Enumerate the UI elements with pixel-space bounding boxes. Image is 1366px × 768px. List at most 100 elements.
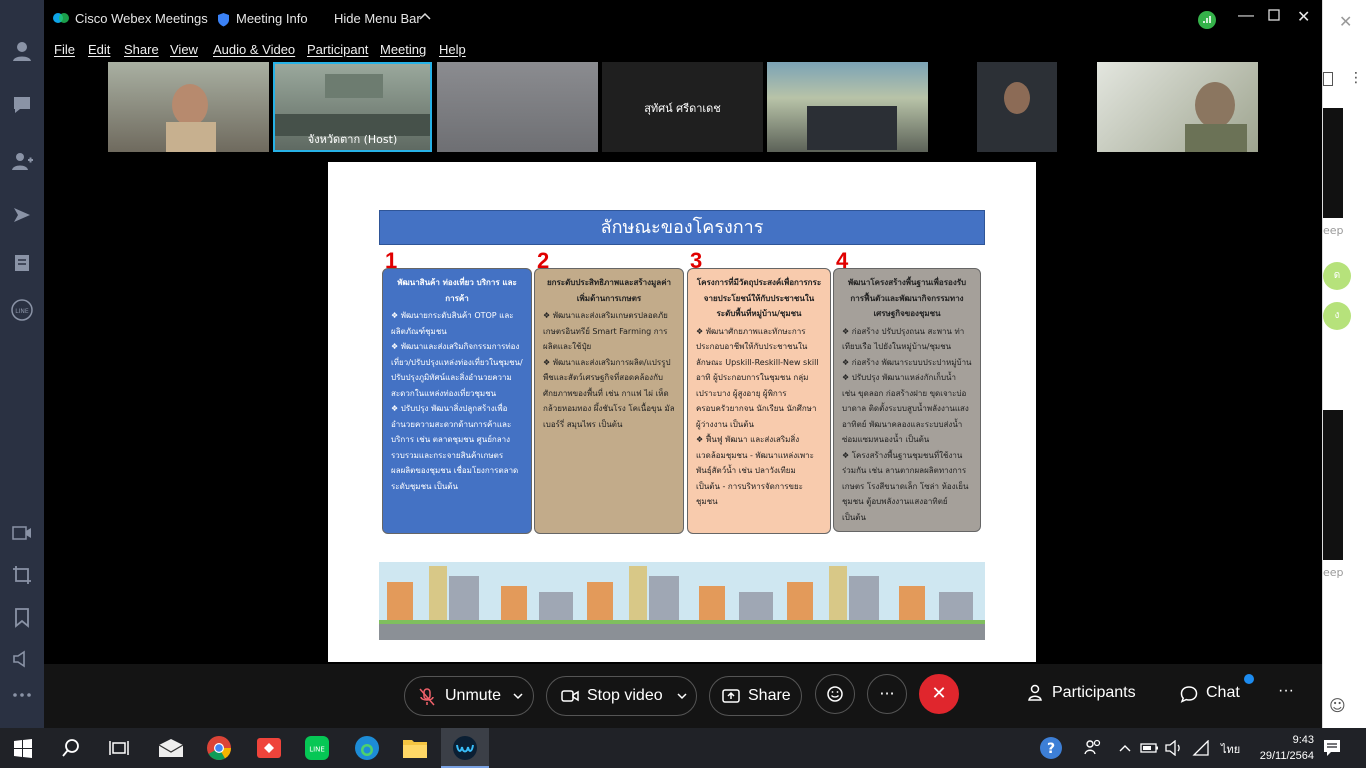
app-title: Cisco Webex Meetings	[75, 11, 208, 26]
slide-title: ลักษณะของโครงการ	[379, 210, 985, 245]
participant-name: สุทัศน์ ศรีดาเดช	[644, 102, 721, 115]
close-button[interactable]: ✕	[1297, 7, 1310, 27]
system-clock[interactable]: 9:43 29/11/2564	[1260, 732, 1314, 764]
taskbar: LINE ? ไทย 9:43 29/11/2564	[0, 728, 1366, 768]
timeline-icon[interactable]	[10, 204, 34, 228]
participant-tile[interactable]: สุทัศน์ ศรีดาเดช	[602, 62, 763, 152]
anydesk-icon[interactable]	[256, 734, 284, 762]
participant-video[interactable]	[932, 62, 1093, 152]
minimize-button[interactable]: —	[1238, 7, 1254, 25]
clock-time: 9:43	[1292, 734, 1314, 746]
stop-video-button[interactable]: Stop video	[546, 676, 697, 716]
city-skyline-image	[379, 562, 985, 640]
menu-share[interactable]: Share	[124, 42, 159, 57]
participant-video[interactable]	[767, 62, 928, 152]
card-number: 4	[836, 248, 849, 273]
participant-video-host[interactable]: จังหวัดตาก (Host)	[273, 62, 432, 152]
more-icon[interactable]	[10, 684, 34, 708]
menu-help[interactable]: Help	[439, 42, 466, 57]
search-icon[interactable]	[60, 734, 88, 762]
line-logo-icon[interactable]: LINE	[10, 298, 34, 322]
card-heading: ยกระดับประสิทธิภาพและสร้างมูลค่าเพิ่มด้า…	[546, 278, 672, 303]
kebab-menu-icon[interactable]: ⋮	[1349, 70, 1363, 86]
wifi-icon[interactable]	[1192, 734, 1220, 762]
chevron-down-icon[interactable]	[677, 692, 687, 700]
shield-icon	[218, 13, 229, 27]
card-heading: โครงการที่มีวัตถุประสงค์เพื่อการกระจายปร…	[696, 278, 822, 318]
chevron-up-icon[interactable]	[418, 9, 432, 26]
volume-icon[interactable]	[1164, 734, 1192, 762]
card-item: พัฒนายกระดับสินค้า OTOP และผลิตภัณฑ์ชุมช…	[391, 308, 523, 339]
bookmark-icon[interactable]	[10, 606, 34, 630]
menu-meeting[interactable]: Meeting	[380, 42, 426, 57]
shared-content-area: ลักษณะของโครงการ 1 พัฒนาสินค้า ท่องเที่ย…	[234, 160, 1134, 664]
card-heading: พัฒนาสินค้า ท่องเที่ยว บริการ และการค้า	[397, 278, 517, 303]
preview-text: eep	[1323, 224, 1344, 237]
share-icon	[722, 689, 740, 703]
menu-audio-video[interactable]: Audio & Video	[213, 42, 295, 57]
windows-start-icon[interactable]	[12, 734, 40, 762]
chat-button[interactable]: Chat	[1206, 684, 1240, 702]
menu-view[interactable]: View	[170, 42, 198, 57]
card-item: ปรับปรุง พัฒนาแหล่งกักเก็บน้ำ เช่น ขุดลอ…	[842, 370, 972, 448]
edge-icon[interactable]	[354, 734, 382, 762]
participant-video[interactable]	[108, 62, 269, 152]
menu-participant[interactable]: Participant	[307, 42, 368, 57]
card-item: พัฒนาและส่งเสริมเกษตรปลอดภัย เกษตรอินทรี…	[543, 308, 675, 355]
notes-icon[interactable]	[10, 252, 34, 276]
card-item: ปรับปรุง พัฒนาสิ่งปลูกสร้างเพื่ออำนวยควา…	[391, 401, 523, 494]
webex-logo-icon	[53, 13, 69, 23]
end-call-button[interactable]: ✕	[919, 674, 959, 714]
reactions-button[interactable]	[815, 674, 855, 714]
card-item: ก่อสร้าง พัฒนาระบบประปาหมู่บ้าน	[842, 355, 972, 371]
hide-menu-bar-button[interactable]: Hide Menu Bar	[334, 11, 421, 26]
webex-icon	[453, 736, 477, 760]
card-number: 1	[385, 248, 398, 273]
document-icon	[1323, 72, 1333, 86]
card-item: ฟื้นฟู พัฒนา และส่งเสริมสิ่งแวดล้อมชุมชน…	[696, 432, 822, 510]
speaker-icon[interactable]	[10, 648, 34, 672]
chrome-icon[interactable]	[206, 734, 234, 762]
participant-video[interactable]	[1097, 62, 1258, 152]
participants-button[interactable]: Participants	[1052, 684, 1136, 702]
crop-icon[interactable]	[10, 564, 34, 588]
notifications-icon[interactable]	[1322, 734, 1350, 762]
menu-edit[interactable]: Edit	[88, 42, 110, 57]
chat-bubble-icon[interactable]	[10, 94, 34, 118]
card-item: พัฒนาและส่งเสริมการผลิต/แปรรูปพืชและสัตว…	[543, 355, 675, 433]
emoji-icon[interactable]: ☺	[1329, 696, 1346, 715]
menu-bar: File Edit Share View Audio & Video Parti…	[44, 38, 1322, 62]
menu-file[interactable]: File	[54, 42, 75, 57]
close-icon[interactable]: ✕	[1339, 12, 1352, 31]
more-options-button[interactable]: ···	[867, 674, 907, 714]
task-view-icon[interactable]	[108, 734, 136, 762]
add-video-icon[interactable]	[10, 522, 34, 546]
maximize-button[interactable]	[1268, 9, 1280, 24]
chevron-down-icon[interactable]	[513, 692, 523, 700]
add-friend-icon[interactable]	[10, 150, 34, 174]
project-card-1: 1 พัฒนาสินค้า ท่องเที่ยว บริการ และการค้…	[382, 250, 532, 534]
card-item: โครงสร้างพื้นฐานชุมชนที่ใช้งานร่วมกัน เช…	[842, 448, 972, 526]
participant-name: จังหวัดตาก (Host)	[307, 133, 398, 146]
unmute-button[interactable]: Unmute	[404, 676, 534, 716]
preview-text: eep	[1323, 566, 1344, 579]
participant-video[interactable]	[437, 62, 598, 152]
signal-icon[interactable]	[1198, 11, 1216, 29]
svg-text:LINE: LINE	[309, 746, 325, 754]
file-explorer-icon[interactable]	[402, 734, 430, 762]
webex-taskbar-button[interactable]	[441, 728, 489, 768]
help-icon[interactable]: ?	[1038, 734, 1066, 762]
mic-muted-icon	[419, 688, 435, 706]
mail-app-icon[interactable]	[158, 734, 186, 762]
share-button[interactable]: Share	[709, 676, 802, 716]
line-app-icon[interactable]: LINE	[304, 734, 332, 762]
overflow-menu-button[interactable]: ···	[1278, 682, 1294, 700]
meeting-info-button[interactable]: Meeting Info	[236, 11, 308, 26]
language-indicator[interactable]: ไทย	[1221, 740, 1240, 758]
people-icon[interactable]	[1082, 734, 1110, 762]
profile-icon[interactable]	[10, 40, 34, 64]
project-card-3: 3 โครงการที่มีวัตถุประสงค์เพื่อการกระจาย…	[687, 250, 831, 534]
project-card-4: 4 พัฒนาโครงสร้างพื้นฐานเพื่อรองรับการฟื้…	[833, 250, 981, 532]
card-heading: พัฒนาโครงสร้างพื้นฐานเพื่อรองรับการฟื้นต…	[847, 278, 967, 318]
camera-icon	[561, 690, 579, 702]
